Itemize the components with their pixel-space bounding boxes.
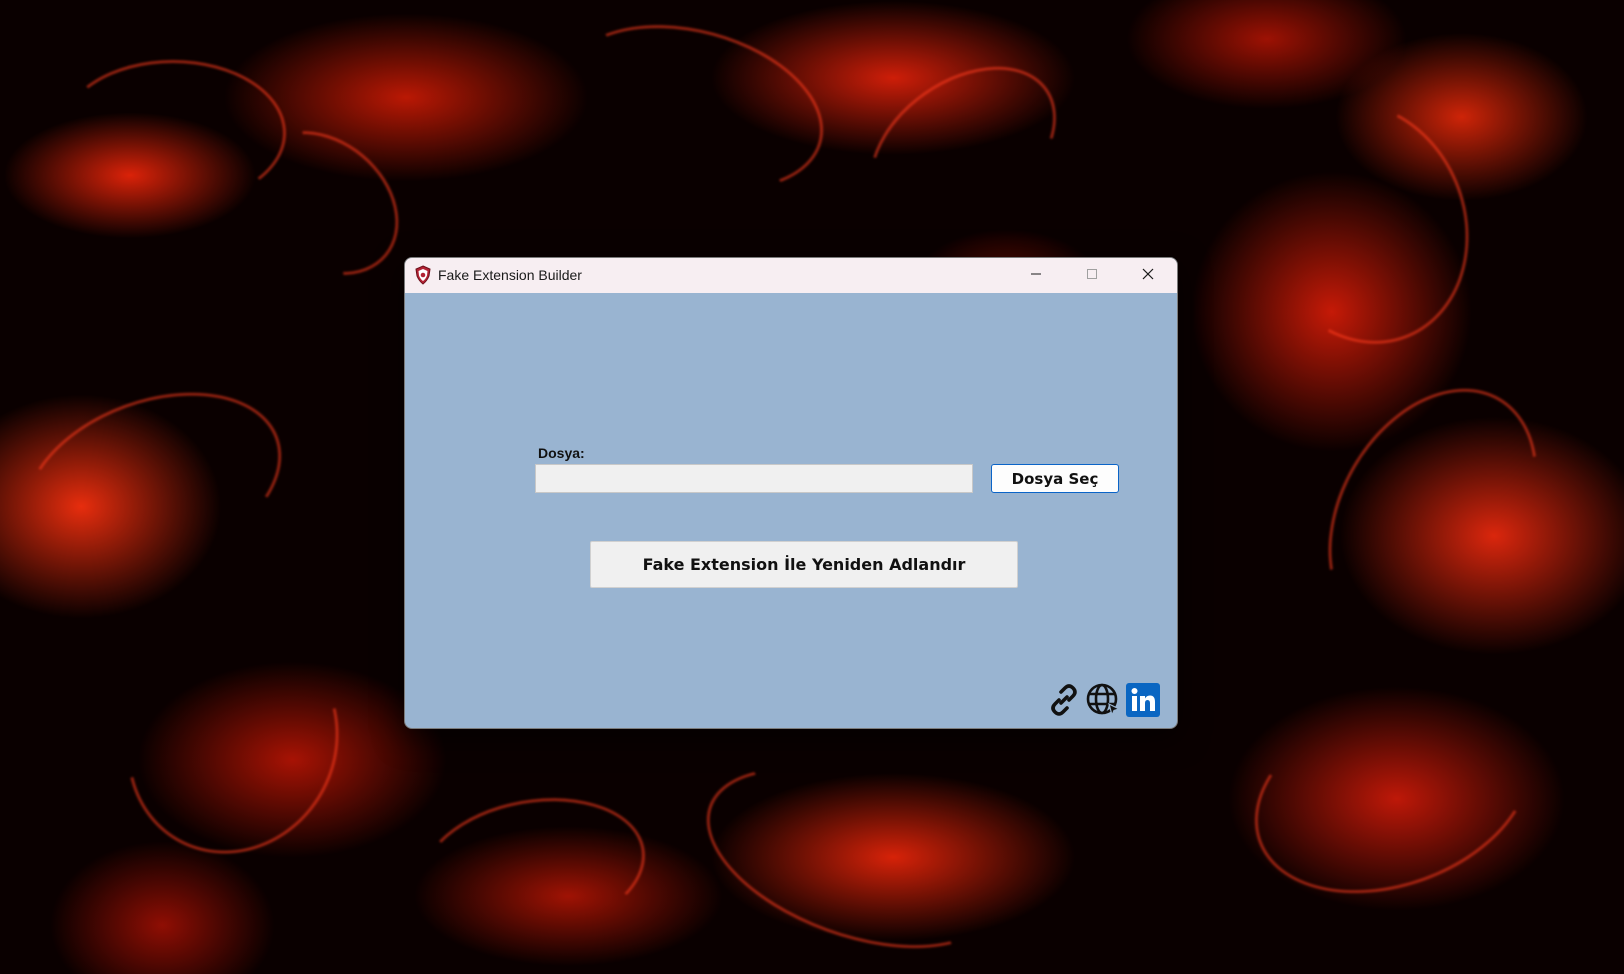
file-path-input[interactable] [535,464,973,493]
minimize-button[interactable] [1008,258,1064,293]
minimize-icon [1030,267,1042,285]
smoke-swirl [1224,72,1502,374]
maximize-button[interactable] [1064,258,1120,293]
globe-icon[interactable] [1085,682,1121,718]
window-content: Dosya: Dosya Seç Fake Extension İle Yeni… [405,293,1177,728]
close-button[interactable] [1120,258,1176,293]
smoke-swirl [839,33,1087,263]
desktop-background: Fake Extension Builder Dosya: Dosya Seç [0,0,1624,974]
maximize-icon [1086,267,1098,285]
title-bar[interactable]: Fake Extension Builder [405,258,1177,293]
smoke-swirl [1226,656,1560,930]
smoke-swirl [409,781,657,955]
file-label: Dosya: [538,445,585,461]
link-icon[interactable] [1046,682,1082,718]
close-icon [1142,267,1154,285]
smoke-swirl [1285,351,1581,675]
rename-with-fake-extension-button[interactable]: Fake Extension İle Yeniden Adlandır [590,541,1018,588]
smoke-swirl [0,359,307,607]
shield-icon [413,265,433,285]
smoke-swirl [544,0,842,218]
smoke-swirl [87,593,379,893]
smoke-swirl [682,732,1024,974]
app-window: Fake Extension Builder Dosya: Dosya Seç [404,257,1178,729]
window-title: Fake Extension Builder [438,267,582,283]
select-file-button[interactable]: Dosya Seç [991,464,1119,493]
linkedin-icon[interactable] [1125,682,1161,718]
